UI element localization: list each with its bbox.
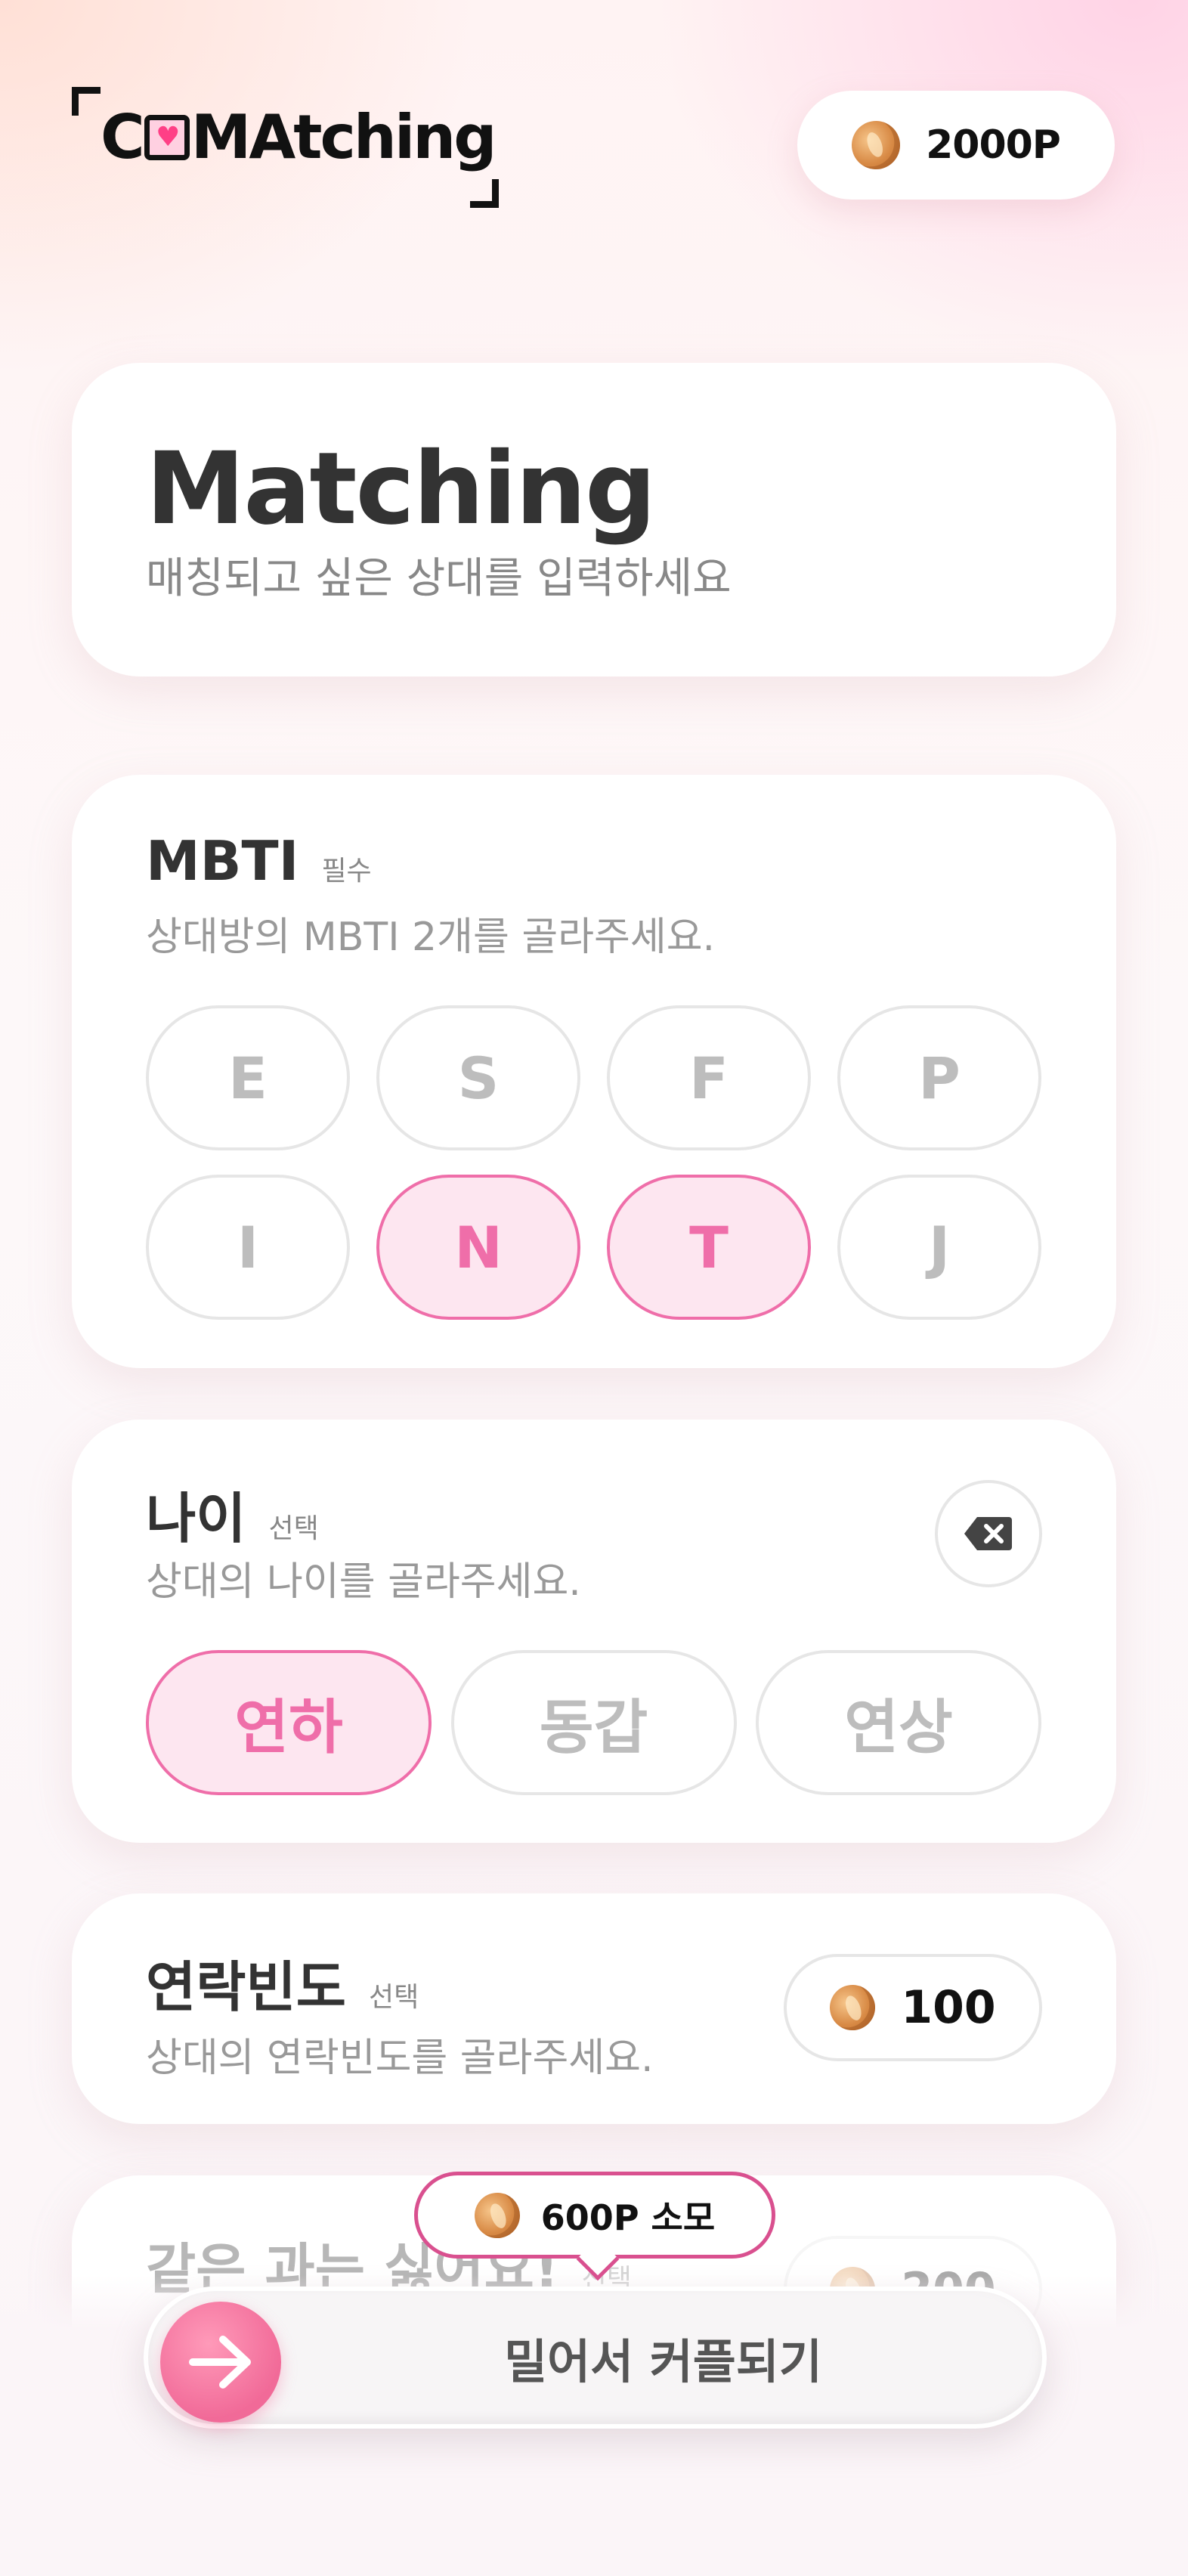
mbti-title-text: MBTI	[146, 829, 299, 893]
optional-tag: 선택	[268, 1513, 319, 1544]
cost-tooltip: 600P 소모	[414, 2172, 775, 2281]
points-balance[interactable]: 2000P	[797, 91, 1115, 200]
coin-icon	[468, 2186, 527, 2244]
age-title-text: 나이	[146, 1487, 246, 1550]
coin-icon	[823, 1978, 882, 2037]
mbti-option-s[interactable]: S	[376, 1005, 580, 1150]
slide-label: 밀어서 커플되기	[504, 2334, 822, 2389]
clear-selection-button[interactable]	[935, 1480, 1042, 1587]
backspace-icon	[964, 1517, 1012, 1550]
logo-text-start: C	[101, 102, 145, 172]
mbti-subtitle: 상대방의 MBTI 2개를 골라주세요.	[146, 915, 716, 960]
mbti-option-e[interactable]: E	[146, 1005, 350, 1150]
logo-corner-bottom-right	[470, 179, 499, 208]
optional-tag: 선택	[368, 1982, 419, 2013]
title-card: Matching 매칭되고 싶은 상대를 입력하세요	[72, 363, 1116, 677]
age-option-same[interactable]: 동갑	[450, 1650, 737, 1795]
mbti-option-f[interactable]: F	[607, 1005, 811, 1150]
app-logo: C ♥ MAtching	[72, 87, 499, 208]
mbti-section: MBTI 필수 상대방의 MBTI 2개를 골라주세요. E S F P I N…	[72, 775, 1116, 1368]
frequency-title: 연락빈도 선택	[146, 1943, 419, 2022]
frequency-cost-badge: 100	[784, 1954, 1042, 2061]
required-tag: 필수	[321, 856, 372, 887]
page-title: Matching	[146, 431, 656, 547]
age-title: 나이 선택	[146, 1474, 319, 1553]
slide-to-match-button[interactable]: 밀어서 커플되기	[144, 2287, 1047, 2429]
points-value: 2000P	[926, 122, 1061, 168]
age-option-older[interactable]: 연상	[756, 1650, 1041, 1795]
logo-text: C ♥ MAtching	[101, 102, 497, 172]
mbti-option-n[interactable]: N	[376, 1175, 580, 1320]
coin-icon	[845, 113, 908, 177]
contact-frequency-section[interactable]: 연락빈도 선택 상대의 연락빈도를 골라주세요. 100	[72, 1893, 1116, 2124]
heart-icon: ♥	[144, 114, 190, 160]
mbti-option-i[interactable]: I	[146, 1175, 350, 1320]
age-subtitle: 상대의 나이를 골라주세요.	[146, 1559, 581, 1605]
mbti-title: MBTI 필수	[146, 829, 372, 893]
cost-tooltip-text: 600P 소모	[540, 2197, 716, 2238]
frequency-title-text: 연락빈도	[146, 1955, 346, 2019]
logo-text-end: MAtching	[190, 102, 497, 172]
age-option-younger[interactable]: 연하	[146, 1650, 432, 1795]
mbti-option-t[interactable]: T	[607, 1175, 811, 1320]
frequency-subtitle: 상대의 연락빈도를 골라주세요.	[146, 2036, 654, 2081]
frequency-cost-value: 100	[901, 1981, 996, 2034]
logo-corner-top-left	[72, 87, 101, 116]
mbti-option-j[interactable]: J	[837, 1175, 1041, 1320]
age-section: 나이 선택 상대의 나이를 골라주세요. 연하 동갑 연상	[72, 1420, 1116, 1843]
mbti-option-p[interactable]: P	[837, 1005, 1041, 1150]
page-subtitle: 매칭되고 싶은 상대를 입력하세요	[146, 554, 732, 603]
slider-handle[interactable]	[160, 2302, 281, 2423]
mbti-options: E S F P I N T J	[146, 1005, 1041, 1320]
arrow-right-icon	[189, 2336, 251, 2389]
age-options: 연하 동갑 연상	[146, 1650, 1041, 1795]
